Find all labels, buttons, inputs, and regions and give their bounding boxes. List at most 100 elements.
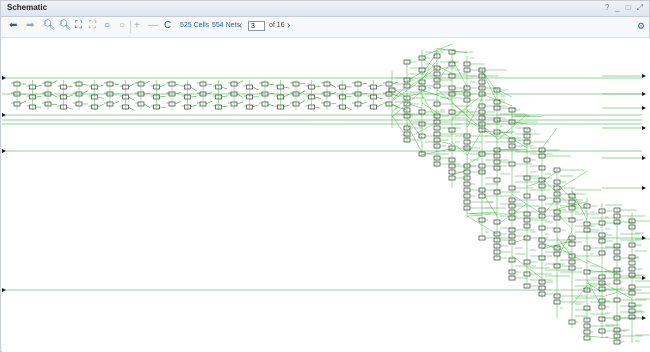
port-marker xyxy=(2,149,6,153)
toolbar-separator xyxy=(130,21,131,33)
net-wire xyxy=(314,96,321,99)
expand-icon: ⛶ xyxy=(75,20,82,31)
net-wire xyxy=(391,85,408,100)
net-wire xyxy=(236,80,244,85)
settings-button[interactable]: ⚙ xyxy=(637,20,645,32)
net-wire xyxy=(81,90,89,95)
nets-count-link[interactable]: 554 Nets xyxy=(212,22,240,29)
net-wire xyxy=(112,101,120,105)
net-wire xyxy=(19,100,27,105)
net-wire xyxy=(283,86,290,89)
schematic-window: Schematic ? _ □ ⤢ ⬅ ➡ 🔍︎ 🔍︎ ⛶ ⛶ ○ ○ + — … xyxy=(0,0,650,352)
page-number-input[interactable] xyxy=(248,21,265,31)
schematic-toolbar: ⬅ ➡ 🔍︎ 🔍︎ ⛶ ⛶ ○ ○ + — C 525 Cells 554 Ne… xyxy=(1,17,649,38)
previous-page-button[interactable]: ‹ xyxy=(239,20,242,32)
net-wire xyxy=(481,71,498,92)
net-wire xyxy=(556,171,588,191)
net-wire xyxy=(329,83,337,88)
net-wire xyxy=(159,84,166,88)
net-wire xyxy=(128,83,135,88)
net-wire xyxy=(174,91,182,95)
zoom-area-icon: ⛶ xyxy=(89,20,96,31)
net-wire xyxy=(451,169,468,176)
pan-button[interactable]: ○ xyxy=(119,20,125,32)
net-wire xyxy=(128,106,135,112)
zoom-in-icon: 🔍︎ xyxy=(43,20,56,31)
fit-button[interactable]: ⛶ xyxy=(75,20,82,32)
net-wire xyxy=(267,103,275,107)
zoom-out-button[interactable]: 🔍︎ xyxy=(59,20,72,32)
net-wire xyxy=(298,90,306,95)
window-titlebar: Schematic ? _ □ ⤢ xyxy=(1,1,649,17)
net-wire xyxy=(556,213,573,229)
net-wire xyxy=(174,101,182,105)
net-wire xyxy=(66,106,73,110)
net-wire xyxy=(190,104,197,108)
net-wire xyxy=(97,103,104,108)
net-wire xyxy=(190,86,197,92)
restore-button[interactable]: □ xyxy=(626,3,631,13)
port-marker xyxy=(642,316,646,320)
select-area-button[interactable]: ○ xyxy=(104,20,110,32)
net-wire xyxy=(50,80,58,85)
forward-button[interactable]: ➡ xyxy=(26,20,34,32)
net-wire xyxy=(466,215,483,217)
net-wire xyxy=(376,96,383,100)
net-wire xyxy=(97,84,104,88)
net-wire xyxy=(35,84,42,88)
refresh-icon: C xyxy=(164,20,172,31)
cells-count-link[interactable]: 525 Cells xyxy=(180,22,209,29)
net-wire xyxy=(159,96,166,98)
net-wire xyxy=(221,105,228,108)
net-wire xyxy=(50,103,58,106)
net-wire xyxy=(391,115,408,138)
net-wire xyxy=(345,106,352,110)
zoom-in-button[interactable]: 🔍︎ xyxy=(43,20,56,32)
circle-dim-icon: ○ xyxy=(119,20,126,31)
minus-icon: — xyxy=(148,20,158,31)
net-wire xyxy=(298,100,306,105)
net-wire xyxy=(283,104,290,108)
window-title: Schematic xyxy=(7,3,48,12)
net-wire xyxy=(221,86,228,90)
add-button[interactable]: + xyxy=(134,20,140,32)
refresh-button[interactable]: C xyxy=(164,20,171,32)
net-wire xyxy=(541,198,558,217)
port-marker xyxy=(642,74,646,78)
minimize-button[interactable]: _ xyxy=(615,3,619,13)
net-wire xyxy=(436,65,453,74)
port-marker xyxy=(642,106,646,110)
net-wire xyxy=(466,155,483,165)
net-wire xyxy=(466,98,483,128)
net-wire xyxy=(236,93,244,98)
net-wire xyxy=(571,190,588,221)
zoom-out-icon: 🔍︎ xyxy=(59,20,72,31)
net-wire xyxy=(314,106,321,109)
chevron-right-icon: › xyxy=(287,20,291,31)
net-wire xyxy=(541,127,558,149)
net-wire xyxy=(205,100,213,105)
maximize-button[interactable]: ⤢ xyxy=(637,3,643,13)
net-wire xyxy=(128,96,135,101)
net-wire xyxy=(376,103,383,108)
schematic-drawing[interactable] xyxy=(2,38,650,352)
zoom-area-button[interactable]: ⛶ xyxy=(89,20,96,32)
port-marker xyxy=(642,186,646,190)
remove-button[interactable]: — xyxy=(148,20,158,32)
schematic-canvas[interactable] xyxy=(2,38,650,352)
net-wire xyxy=(556,230,573,259)
back-button[interactable]: ⬅ xyxy=(9,20,17,32)
port-marker xyxy=(642,156,646,160)
net-wire xyxy=(376,84,383,88)
net-wire xyxy=(66,94,73,98)
net-wire xyxy=(451,90,468,92)
port-marker xyxy=(642,236,646,240)
help-button[interactable]: ? xyxy=(605,3,609,13)
net-wire xyxy=(50,93,58,98)
net-wire xyxy=(236,101,244,105)
next-page-button[interactable]: › xyxy=(287,20,290,32)
net-wire xyxy=(143,80,151,85)
port-marker xyxy=(2,288,6,292)
plus-icon: + xyxy=(134,20,140,31)
gear-icon: ⚙ xyxy=(637,21,646,31)
